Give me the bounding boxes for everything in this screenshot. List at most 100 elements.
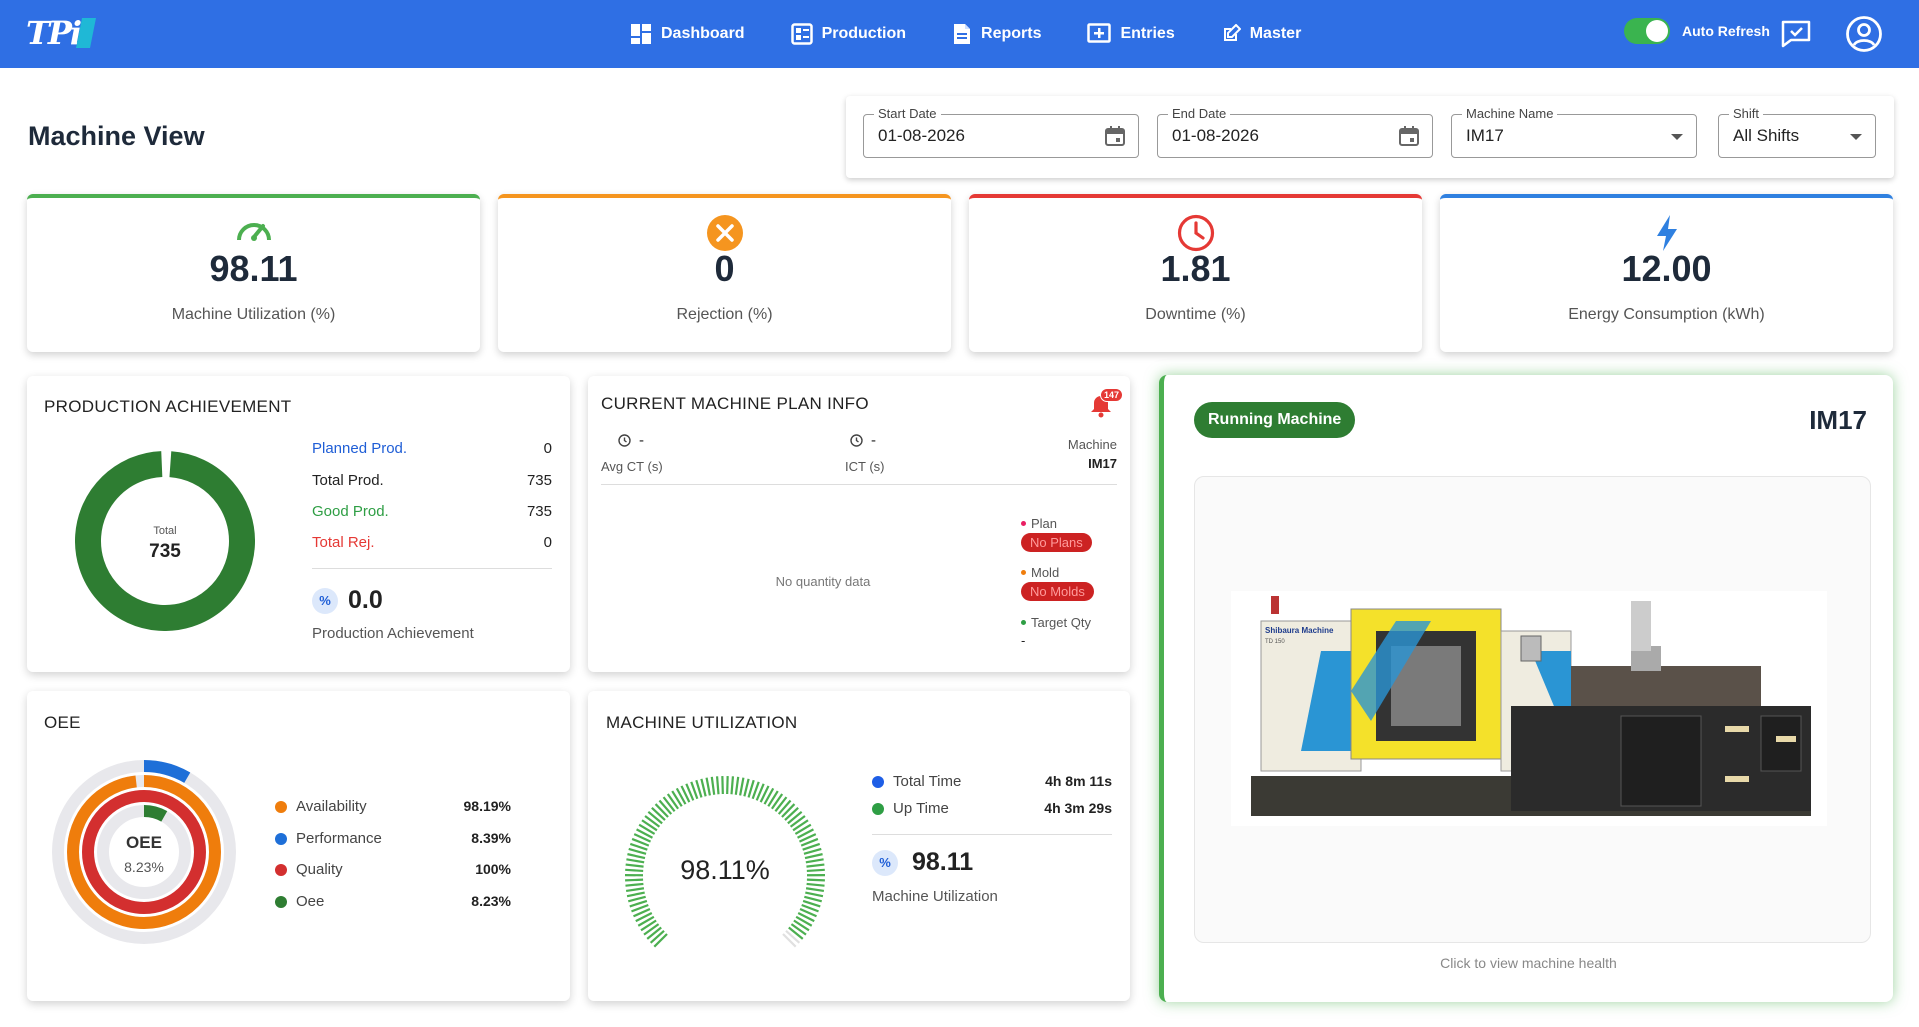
card-title: OEE: [44, 713, 81, 732]
nav-dashboard-label: Dashboard: [661, 25, 745, 42]
kpi-value: 12.00: [1621, 248, 1712, 289]
mold-legend: Mold: [1021, 565, 1059, 580]
divider: [872, 834, 1112, 835]
shift-select[interactable]: Shift All Shifts: [1718, 106, 1876, 158]
up-time-dot: [872, 803, 884, 816]
auto-refresh: Auto Refresh: [1624, 18, 1770, 44]
up-time-value: 4h 3m 29s: [1044, 800, 1112, 816]
gauge-tick: [734, 776, 740, 795]
machine-utilization-card: MACHINE UTILIZATION 98.11% Total Time 4h…: [588, 691, 1130, 1001]
gauge-tick: [739, 777, 745, 796]
avg-ct-label: Avg CT (s): [601, 459, 663, 474]
gauge-tick: [700, 778, 707, 797]
gauge-tick: [705, 777, 711, 796]
plan-label: Plan: [1031, 516, 1058, 531]
machine-label: Machine: [1067, 437, 1117, 452]
planned-prod-value: 0: [543, 440, 552, 457]
up-time-row: Up Time 4h 3m 29s: [872, 800, 1112, 817]
nav-master[interactable]: Master: [1221, 24, 1302, 44]
total-rej-value: 0: [543, 534, 552, 551]
planned-prod-label: Planned Prod.: [312, 440, 408, 457]
target-label: Target Qty: [1031, 615, 1091, 630]
quality-label: Quality: [296, 861, 343, 878]
notification-count: 147: [1100, 388, 1124, 402]
achievement-summary: % 0.0: [312, 586, 383, 615]
caret-down-icon: [1671, 134, 1683, 140]
app-logo[interactable]: TPi: [26, 14, 96, 52]
divider: [312, 568, 552, 569]
gauge-tick: [658, 799, 673, 815]
ict-value: -: [871, 432, 876, 449]
plan-legend: Plan: [1021, 516, 1057, 531]
achievement-label: Production Achievement: [312, 625, 474, 642]
end-date-field[interactable]: End Date 01-08-2026: [1157, 106, 1433, 158]
main-nav: Dashboard Production Reports Entries Mas…: [630, 0, 1347, 68]
divider: [601, 484, 1117, 485]
kpi-rejection: 0 Rejection (%): [498, 194, 951, 352]
up-time-label: Up Time: [893, 800, 949, 817]
machine-image[interactable]: Shibaura Machine TD 150: [1194, 476, 1871, 943]
nav-reports[interactable]: Reports: [952, 23, 1041, 45]
end-date-label: End Date: [1168, 106, 1231, 121]
good-prod-row: Good Prod. 735: [312, 503, 552, 520]
plan-pill-wrap: No Plans: [1021, 533, 1092, 552]
ict-value-row: -: [850, 432, 876, 449]
gauge-tick: [646, 926, 662, 940]
nav-dashboard[interactable]: Dashboard: [630, 23, 745, 45]
end-date-value: 01-08-2026: [1172, 126, 1259, 145]
gauge-tick: [653, 933, 668, 948]
nav-master-label: Master: [1249, 25, 1302, 42]
kpi-label: Machine Utilization (%): [171, 306, 336, 323]
nav-entries[interactable]: Entries: [1087, 23, 1175, 45]
utilization-summary: % 98.11: [872, 848, 973, 877]
nav-production-label: Production: [821, 25, 907, 42]
production-achievement-card: PRODUCTION ACHIEVEMENT Total 735 Planned…: [27, 376, 570, 672]
feedback-button[interactable]: [1776, 14, 1816, 54]
calendar-icon[interactable]: [1398, 125, 1420, 147]
mold-pill-wrap: No Molds: [1021, 582, 1094, 601]
calendar-icon[interactable]: [1104, 125, 1126, 147]
ict-label: ICT (s): [845, 459, 885, 474]
gauge-tick: [777, 799, 792, 815]
target-dot: [1021, 620, 1026, 625]
total-rej-label: Total Rej.: [312, 534, 375, 551]
machine-brand-text: Shibaura Machine: [1265, 626, 1334, 635]
machine-name-select[interactable]: Machine Name IM17: [1451, 106, 1697, 158]
plan-dot: [1021, 521, 1026, 526]
kpi-downtime: 1.81 Downtime (%): [969, 194, 1422, 352]
nav-entries-label: Entries: [1120, 25, 1175, 42]
gauge-tick: [804, 895, 823, 903]
utilization-value: 98.11: [912, 848, 974, 876]
kpi-label: Energy Consumption (kWh): [1568, 306, 1765, 323]
start-date-field[interactable]: Start Date 01-08-2026: [863, 106, 1139, 158]
card-title: CURRENT MACHINE PLAN INFO: [601, 394, 869, 413]
machine-health-hint: Click to view machine health: [1440, 955, 1617, 971]
oee-value: 8.23%: [471, 893, 511, 909]
oee-label: Oee: [296, 893, 325, 910]
gauge-tick: [628, 847, 647, 855]
user-account-button[interactable]: [1844, 14, 1884, 54]
auto-refresh-toggle[interactable]: [1624, 18, 1670, 44]
gauge-tick: [774, 796, 788, 812]
mold-label: Mold: [1031, 565, 1060, 580]
mold-dot: [1021, 570, 1026, 575]
injection-molding-machine-illustration: Shibaura Machine TD 150: [1231, 591, 1827, 826]
gauge-tick: [784, 807, 799, 821]
gauge-tick: [787, 810, 803, 825]
gauge-tick: [805, 891, 824, 898]
gauge-tick: [782, 933, 797, 948]
quality-value: 100%: [475, 861, 511, 877]
planned-prod-row: Planned Prod. 0: [312, 440, 552, 457]
gauge-tick: [781, 803, 796, 818]
gauge-tick: [627, 895, 646, 903]
kpi-machine-utilization: 98.11 Machine Utilization (%): [27, 194, 480, 352]
gauge-tick: [662, 796, 676, 812]
gauge-tick: [649, 930, 665, 944]
gauge-tick: [805, 887, 825, 893]
oee-center-value: 8.23%: [124, 859, 164, 875]
machine-name: IM17: [1809, 405, 1867, 435]
nav-production[interactable]: Production: [790, 23, 907, 45]
notification-button[interactable]: 147: [1090, 388, 1124, 418]
machine-model-text: TD 150: [1265, 639, 1285, 645]
chat-check-icon: [1781, 20, 1811, 48]
